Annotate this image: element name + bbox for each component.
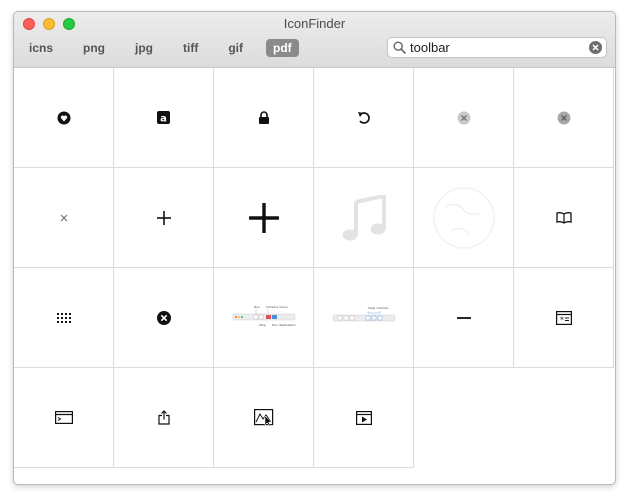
search-icon [393,41,406,54]
icon-cell[interactable] [114,168,214,268]
close-circle-icon [156,310,171,325]
window-star-icon: * [555,310,572,325]
thumb-label-view-controls: View controls [368,306,388,310]
thumb-label-scheme: Scheme menu [266,305,288,309]
image-cursor-icon [253,409,273,426]
icon-cell[interactable] [114,268,214,368]
search-field[interactable] [387,37,607,58]
book-icon [555,211,572,224]
clear-gray-icon [457,111,470,124]
tab-jpg[interactable]: jpg [128,39,160,57]
toolbar-diagram-thumbnail: Run Scheme menu Stop Run destination [232,305,296,327]
view-controls-thumbnail: View controls [332,306,395,321]
thumb-label-run: Run [254,305,260,309]
icon-cell[interactable]: a [114,68,214,168]
icon-cell[interactable]: * [514,268,614,368]
icon-cell[interactable] [14,268,114,368]
icon-cell[interactable] [314,68,414,168]
app-window: IconFinder icns png jpg tiff gif pdf too… [13,11,616,485]
icon-cell[interactable] [14,368,114,468]
terminal-window-icon [54,411,73,424]
clear-icon [592,44,599,51]
clear-search-button[interactable] [589,41,602,54]
icon-cell[interactable] [414,68,514,168]
grid-dots-icon [56,312,71,323]
empty-cell [414,368,514,468]
clear-dark-gray-icon [557,111,570,124]
icon-cell[interactable] [14,168,114,268]
icon-cell[interactable]: Run Scheme menu Stop Run destination [214,268,314,368]
share-icon [157,410,170,425]
small-x-icon [60,214,67,221]
faint-globe-icon [432,186,495,249]
lock-icon [258,111,269,124]
tab-pdf[interactable]: pdf [266,39,299,57]
icon-cell[interactable] [114,368,214,468]
icon-cell[interactable] [14,68,114,168]
title-bar: IconFinder icns png jpg tiff gif pdf [14,12,615,68]
icon-cell[interactable] [314,168,414,268]
icon-grid: a Run Scheme menu Stop Run destination V… [14,68,614,468]
tab-tiff[interactable]: tiff [176,39,205,57]
search-input[interactable] [410,39,580,56]
icon-cell[interactable] [514,168,614,268]
music-note-icon [342,194,386,240]
thumb-label-stop: Stop [259,323,266,327]
svg-text:*: * [560,315,564,324]
text-a-icon: a [157,111,170,124]
svg-text:a: a [160,114,167,125]
video-window-icon [355,410,372,425]
icon-cell[interactable] [214,68,314,168]
icon-cell[interactable] [214,168,314,268]
format-tabs: icns png jpg tiff gif pdf [22,39,299,57]
revert-icon [357,111,370,124]
icon-cell[interactable] [214,368,314,468]
plus-icon [156,210,171,225]
tab-png[interactable]: png [76,39,112,57]
icon-cell[interactable] [414,268,514,368]
tab-gif[interactable]: gif [221,39,250,57]
shield-heart-icon [57,111,70,124]
minus-icon [456,316,471,319]
large-plus-icon [248,202,279,233]
icon-cell[interactable] [514,68,614,168]
icon-cell[interactable] [414,168,514,268]
tab-icns[interactable]: icns [22,39,60,57]
icon-cell[interactable] [314,368,414,468]
window-title: IconFinder [283,16,346,31]
thumb-label-destination: Run destination [272,323,296,327]
empty-cell [514,368,614,468]
icon-cell[interactable]: View controls [314,268,414,368]
